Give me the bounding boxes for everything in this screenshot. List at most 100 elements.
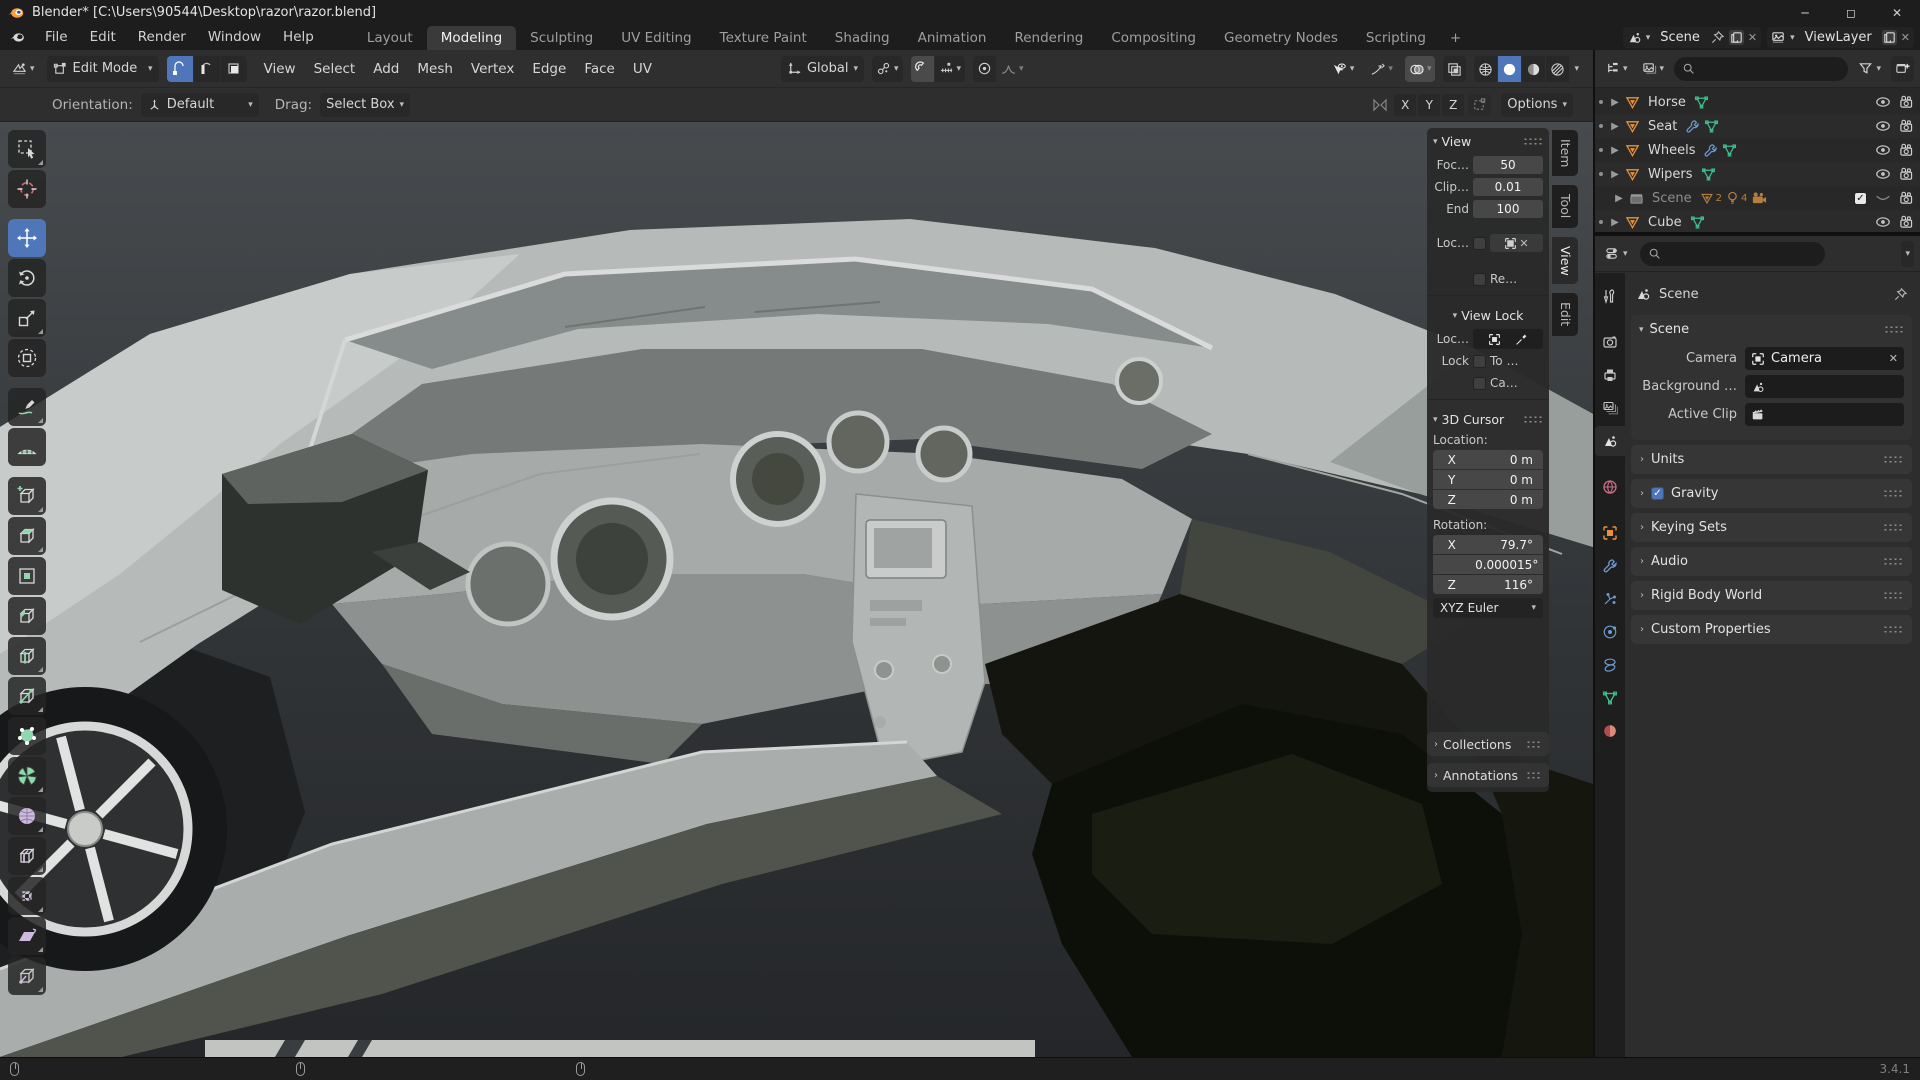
drag-grip-icon[interactable] [1883,591,1903,600]
cursor-location-x-field[interactable]: X0 m [1433,450,1543,469]
tool-shrink-fatten-button[interactable] [8,877,46,915]
tool-annotate-button[interactable] [8,388,46,426]
tool-scale-button[interactable] [8,299,46,337]
scene-panel-header[interactable]: ▾Scene [1631,315,1912,343]
hide-eye-icon[interactable] [1875,215,1891,229]
render-region-checkbox[interactable] [1473,273,1486,286]
cursor-panel-header[interactable]: ▾3D Cursor [1427,406,1549,431]
section-custom-properties[interactable]: ›Custom Properties [1631,615,1912,644]
pivot-point-dropdown[interactable]: ▾ [872,56,903,82]
tool-select-box-button[interactable] [8,130,46,168]
drag-grip-icon[interactable] [1884,325,1904,334]
shading-material-button[interactable] [1522,56,1545,82]
lock-to-3d-cursor-checkbox[interactable] [1473,355,1486,368]
maximize-button[interactable]: ◻ [1828,0,1874,25]
edge-select-button[interactable] [194,56,220,82]
tool-shear-button[interactable] [8,917,46,955]
rotation-mode-dropdown[interactable]: XYZ Euler ▾ [1433,598,1543,618]
close-button[interactable]: ✕ [1874,0,1920,25]
outliner-row-cube[interactable]: ▶ Cube [1595,210,1920,232]
outliner-row-horse[interactable]: ▶Horse [1595,90,1920,114]
drag-grip-icon[interactable] [1883,625,1903,634]
scene-selector[interactable]: ▾ Scene ✕ [1623,27,1761,48]
properties-search-input[interactable] [1640,242,1825,266]
hide-eye-icon[interactable] [1875,167,1891,181]
tool-move-button[interactable] [8,219,46,257]
hide-eye-icon[interactable] [1875,95,1891,109]
properties-tab-constraints[interactable] [1595,650,1625,680]
view-lock-header[interactable]: ▾View Lock [1427,302,1549,327]
tab-texture-paint[interactable]: Texture Paint [706,26,821,50]
view-layer-name[interactable]: ViewLayer [1799,30,1878,45]
gizmos-dropdown[interactable]: ▾ [1366,56,1397,82]
tab-uv-editing[interactable]: UV Editing [607,26,705,50]
n-panel-tab-edit[interactable]: Edit [1552,293,1578,335]
cursor-location-z-field[interactable]: Z0 m [1433,490,1543,509]
properties-tab-particles[interactable] [1595,584,1625,614]
viewport-menu-edge[interactable]: Edge [523,61,575,77]
tool-rip-region-button[interactable] [8,957,46,995]
tool-edge-slide-button[interactable] [8,837,46,875]
disable-render-camera-icon[interactable] [1899,143,1914,157]
active-clip-field[interactable] [1745,403,1904,426]
tab-geometry-nodes[interactable]: Geometry Nodes [1210,26,1352,50]
tool-cursor-button[interactable] [8,170,46,208]
orientation-setting-dropdown[interactable]: Default ▾ [141,93,259,117]
properties-editor-type-button[interactable]: ▾ [1601,241,1632,267]
tool-measure-button[interactable] [8,428,46,466]
view-layer-selector[interactable]: ▾ ViewLayer ✕ [1767,27,1914,48]
menu-file[interactable]: File [34,25,79,50]
breadcrumb-scene[interactable]: Scene [1659,287,1699,302]
viewport-menu-view[interactable]: View [255,61,305,77]
tool-add-cube-button[interactable] [8,477,46,515]
proportional-editing-button[interactable] [973,56,996,82]
viewport-canvas[interactable]: ▾View Foc… 50 Clip… 0.01 End 100 Loc… ✕ [0,122,1593,1057]
xray-toggle-button[interactable] [1443,56,1466,82]
annotations-panel-header[interactable]: › Annotations [1427,763,1549,787]
properties-tab-data[interactable] [1595,683,1625,713]
expand-icon[interactable]: ▶ [1613,193,1625,204]
lock-object-field[interactable] [1473,329,1543,349]
new-scene-icon[interactable] [1729,30,1744,45]
snap-settings-dropdown[interactable]: ▾ [935,56,966,82]
expand-icon[interactable]: ▶ [1609,121,1621,132]
expand-icon[interactable]: ▶ [1609,217,1621,228]
drag-grip-icon[interactable] [1526,740,1542,749]
tab-scripting[interactable]: Scripting [1352,26,1440,50]
unlink-scene-icon[interactable]: ✕ [1748,31,1757,44]
tab-layout[interactable]: Layout [353,26,427,50]
scene-name[interactable]: Scene [1654,30,1706,45]
clip-start-field[interactable]: 0.01 [1473,178,1543,196]
outliner-row-scene[interactable]: ▶Scene24✓ [1595,186,1920,210]
tab-animation[interactable]: Animation [904,26,1001,50]
outliner-search-input[interactable] [1674,57,1848,81]
mode-dropdown[interactable]: Edit Mode ▾ [47,56,159,82]
new-view-layer-icon[interactable] [1882,30,1897,45]
section-rigid-body-world[interactable]: ›Rigid Body World [1631,581,1912,610]
menu-edit[interactable]: Edit [79,25,127,50]
shading-dropdown[interactable]: ▾ [1570,56,1583,82]
disable-render-camera-icon[interactable] [1899,215,1914,229]
hide-eye-icon[interactable] [1875,143,1891,157]
viewport-menu-uv[interactable]: UV [624,61,661,77]
add-workspace-button[interactable]: + [1440,26,1471,50]
expand-icon[interactable]: ▶ [1609,97,1621,108]
tab-modeling[interactable]: Modeling [427,26,516,50]
transform-orientation-dropdown[interactable]: Global ▾ [781,56,864,82]
object-name[interactable]: Cube [1648,215,1682,230]
n-panel-tab-view[interactable]: View [1552,237,1578,285]
viewport-menu-vertex[interactable]: Vertex [462,61,523,77]
tool-bevel-button[interactable] [8,597,46,635]
outliner-editor-type-button[interactable]: ▾ [1601,56,1632,82]
local-camera-checkbox[interactable] [1473,237,1486,250]
collections-panel-header[interactable]: › Collections [1427,732,1549,756]
vertex-select-button[interactable] [167,56,193,82]
object-name[interactable]: Seat [1648,119,1677,134]
properties-tab-world[interactable] [1595,472,1625,502]
blender-app-menu[interactable] [0,25,34,50]
outliner-row-seat[interactable]: ▶ Seat [1595,114,1920,138]
drag-grip-icon[interactable] [1523,137,1543,146]
outliner-row-wheels[interactable]: ▶Wheels [1595,138,1920,162]
disable-render-camera-icon[interactable] [1899,167,1914,181]
tool-smooth-button[interactable] [8,797,46,835]
